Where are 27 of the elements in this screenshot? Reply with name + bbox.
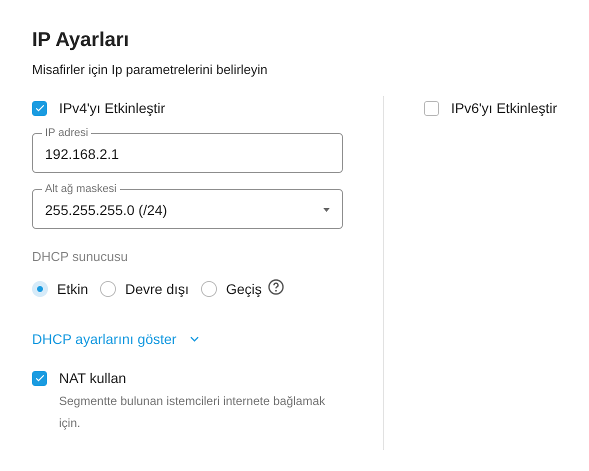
radio-button[interactable]	[100, 281, 116, 297]
check-icon	[34, 372, 46, 384]
radio-label: Etkin	[57, 281, 88, 297]
checkbox[interactable]	[424, 100, 439, 116]
input-field[interactable]: IP adresi 192.168.2.1	[32, 126, 343, 173]
check-icon	[34, 102, 46, 114]
checkbox-label: NAT kullan	[59, 370, 126, 386]
help-icon[interactable]	[268, 279, 284, 295]
radio-label: Devre dışı	[125, 281, 189, 297]
page-title: IP Ayarları	[32, 28, 130, 52]
radio-button[interactable]	[200, 281, 217, 297]
checkbox[interactable]	[32, 100, 47, 116]
radio-button[interactable]	[32, 281, 48, 297]
section-label: DHCP sunucusu	[32, 249, 129, 264]
checkbox-label: IPv4'yı Etkinleştir	[59, 100, 166, 116]
field-label: Alt ağ maskesi	[44, 182, 118, 196]
field-value: 192.168.2.1	[45, 146, 120, 162]
field-label: IP adresi	[44, 126, 90, 140]
chevron-down-icon	[190, 336, 200, 342]
page-subtitle: Misafirler için Ip parametrelerini belirleyin	[32, 61, 269, 79]
caret-icon	[323, 208, 330, 212]
field-value: 255.255.255.0 (/24)	[45, 202, 168, 218]
checkbox-label: IPv6'yı Etkinleştir	[451, 100, 558, 116]
radio-label: Geçiş	[226, 281, 262, 297]
nat-description: Segmentte bulunan istemcileri internete bağlamak için.	[59, 393, 326, 432]
select-field[interactable]: Alt ağ maskesi 255.255.255.0 (/24)	[32, 182, 343, 229]
checkbox[interactable]	[32, 370, 47, 386]
